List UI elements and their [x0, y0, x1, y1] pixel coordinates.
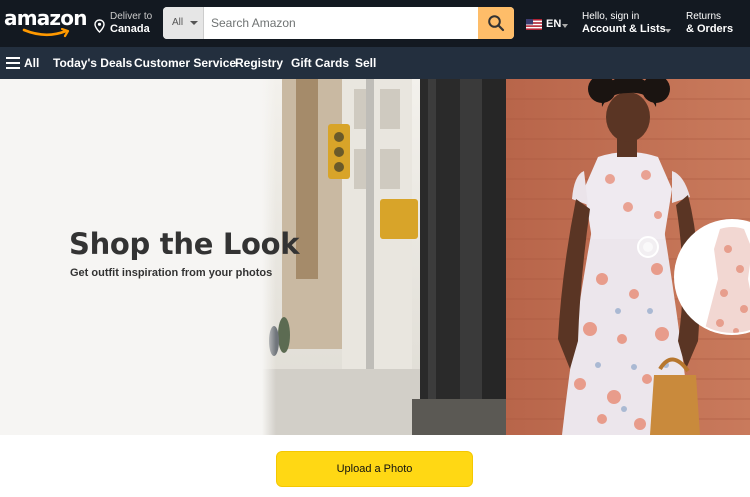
logo-smile-icon: [22, 28, 70, 38]
us-flag-icon: [526, 19, 542, 30]
search-icon: [488, 15, 505, 32]
nav-todays-deals[interactable]: Today's Deals: [53, 56, 132, 70]
account-and-lists[interactable]: Hello, sign in Account & Lists: [582, 10, 674, 38]
hero-street-style-photo: [262, 79, 750, 435]
nav-sell[interactable]: Sell: [355, 56, 376, 70]
logo-text: amazon: [4, 6, 87, 30]
location-pin-icon: [94, 19, 105, 33]
language-code: EN: [546, 18, 562, 30]
top-nav-bar: amazon Deliver to Canada All Search Amaz…: [0, 0, 750, 47]
secondary-nav-bar: All Today's Deals Customer Service Regis…: [0, 47, 750, 79]
search-category-dropdown[interactable]: All: [163, 7, 204, 39]
sign-in-greeting: Hello, sign in: [582, 11, 640, 22]
deliver-country: Canada: [110, 23, 150, 35]
search-input[interactable]: [204, 7, 478, 39]
nav-registry[interactable]: Registry: [235, 56, 283, 70]
search-category-label: All: [172, 17, 184, 28]
hero-title: Shop the Look: [69, 227, 300, 261]
caret-down-icon: [562, 24, 568, 28]
nav-customer-service[interactable]: Customer Service: [134, 56, 236, 70]
shop-the-look-hero: Shop the Look Get outfit inspiration fro…: [0, 79, 750, 435]
all-menu-label: All: [24, 56, 40, 70]
amazon-logo[interactable]: amazon: [4, 6, 87, 40]
hero-subtitle: Get outfit inspiration from your photos: [70, 267, 273, 279]
returns-and-orders[interactable]: Returns & Orders: [686, 10, 748, 38]
caret-down-icon: [665, 29, 671, 33]
hamburger-menu-icon: [6, 57, 20, 69]
deliver-to-label: Deliver to: [110, 11, 153, 22]
returns-label: Returns: [686, 11, 722, 22]
account-lists-label: Account & Lists: [582, 23, 666, 35]
caret-down-icon: [190, 21, 198, 25]
orders-label: & Orders: [686, 23, 734, 35]
upload-photo-button[interactable]: Upload a Photo: [276, 451, 473, 487]
search-button[interactable]: [478, 7, 514, 39]
upload-section: Upload a Photo: [0, 435, 750, 497]
nav-gift-cards[interactable]: Gift Cards: [291, 56, 349, 70]
deliver-to-location[interactable]: Deliver to Canada: [94, 10, 156, 36]
search-bar: All: [163, 7, 514, 39]
